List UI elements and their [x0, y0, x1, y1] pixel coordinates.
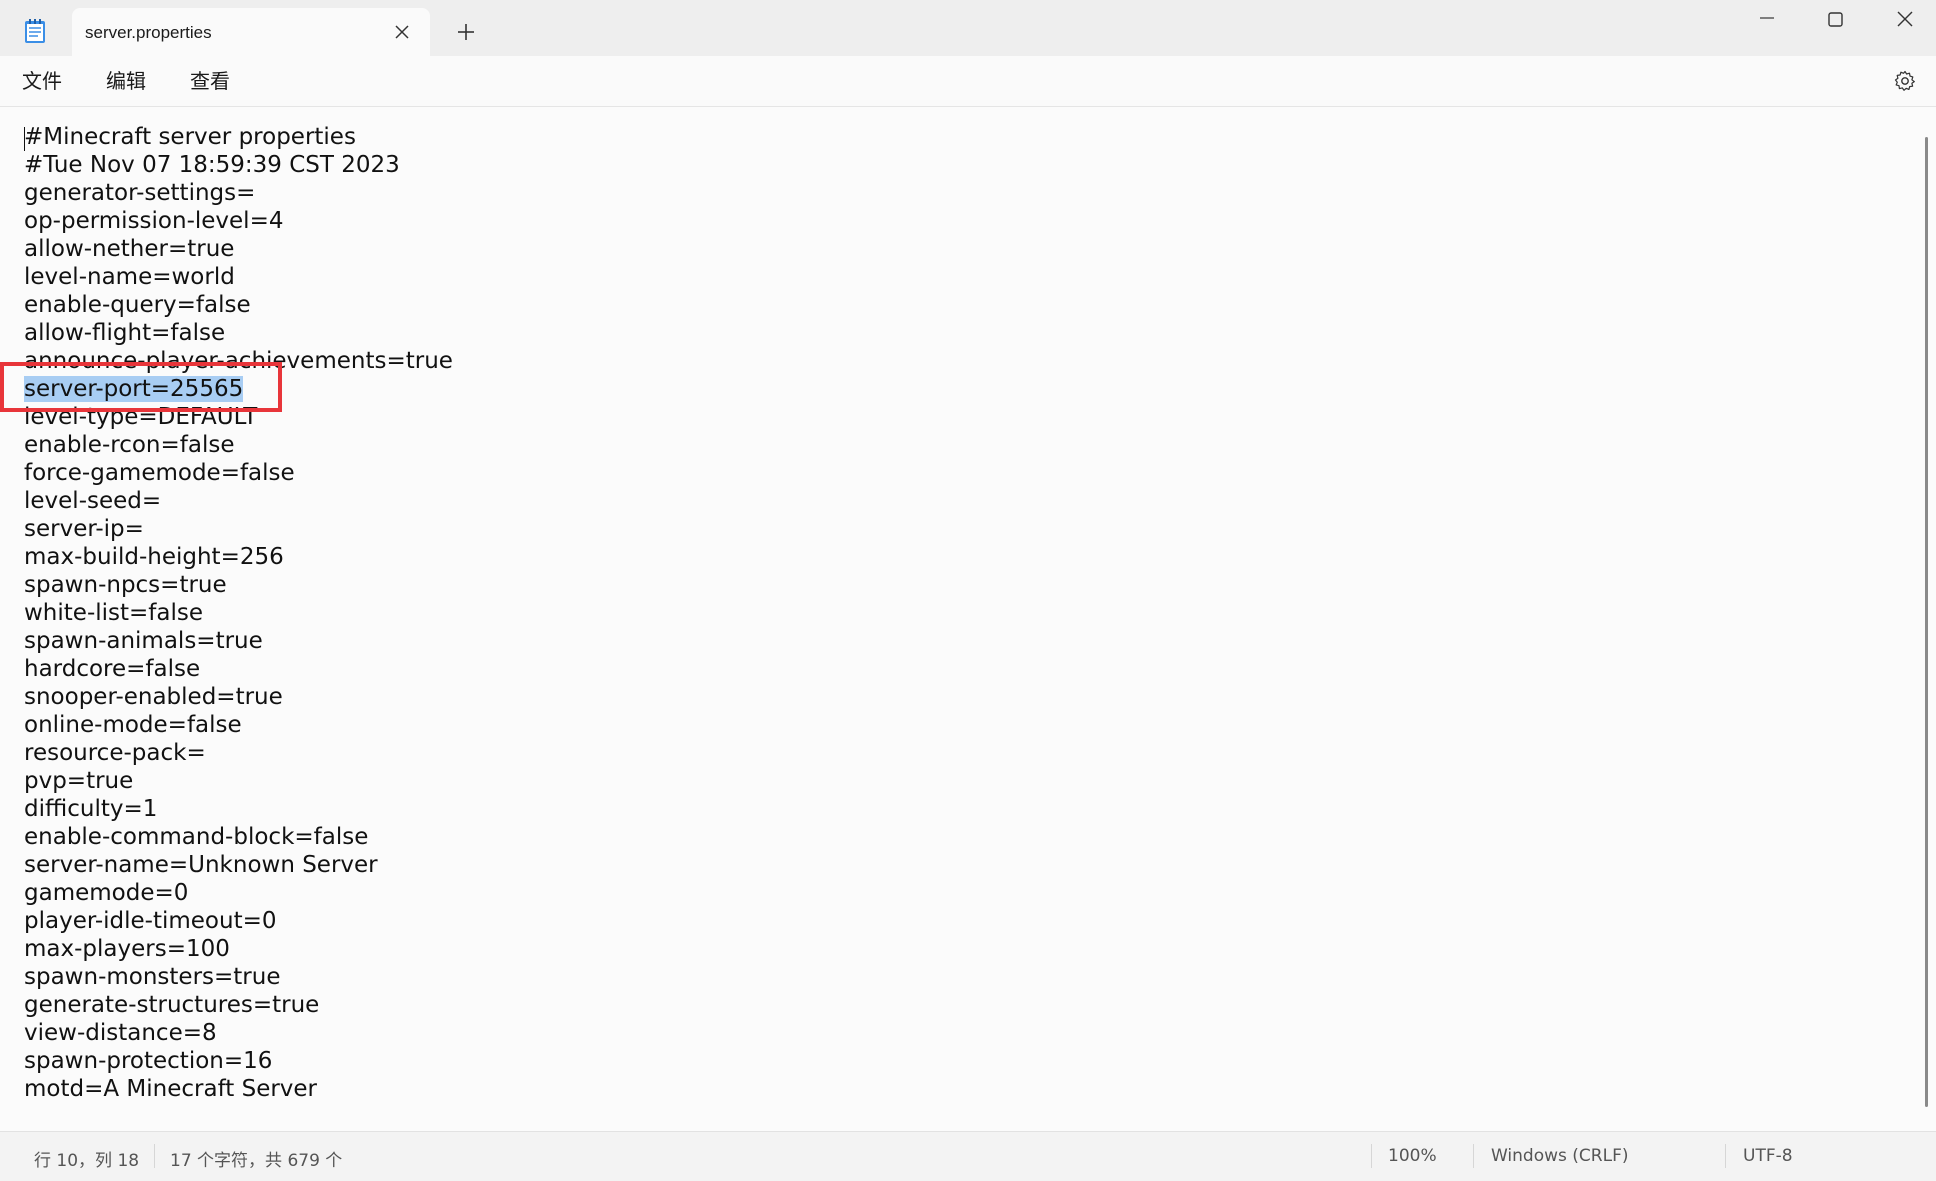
line-text: level-name=world [24, 264, 235, 290]
line-ending[interactable]: Windows (CRLF) [1491, 1146, 1629, 1166]
menu-edit[interactable]: 编辑 [102, 66, 150, 96]
editor-line[interactable]: white-list=false [24, 599, 453, 627]
line-text: difficulty=1 [24, 796, 158, 822]
editor-line[interactable]: level-seed= [24, 487, 453, 515]
maximize-icon[interactable] [1806, 4, 1864, 44]
line-text: allow-nether=true [24, 236, 235, 262]
editor-line[interactable]: enable-rcon=false [24, 431, 453, 459]
status-divider [1473, 1144, 1474, 1168]
editor-line[interactable]: snooper-enabled=true [24, 683, 453, 711]
tab-title: server.properties [85, 23, 212, 42]
menu-view[interactable]: 查看 [186, 66, 234, 96]
editor-line[interactable]: enable-command-block=false [24, 823, 453, 851]
editor-line[interactable]: motd=A Minecraft Server [24, 1075, 453, 1103]
line-text: max-players=100 [24, 936, 230, 962]
notepad-icon [25, 19, 45, 43]
line-text: #Tue Nov 07 18:59:39 CST 2023 [24, 152, 400, 178]
vertical-scrollbar[interactable] [1925, 137, 1928, 1107]
editor-line[interactable]: difficulty=1 [24, 795, 453, 823]
editor-line[interactable]: allow-flight=false [24, 319, 453, 347]
close-icon[interactable] [392, 22, 412, 42]
line-text: #Minecraft server properties [24, 124, 356, 150]
line-text: server-name=Unknown Server [24, 852, 378, 878]
line-text: max-build-height=256 [24, 544, 284, 570]
minimize-icon[interactable] [1738, 4, 1796, 44]
line-text: hardcore=false [24, 656, 201, 682]
line-text: enable-command-block=false [24, 824, 369, 850]
editor-line[interactable]: max-players=100 [24, 935, 453, 963]
editor-line[interactable]: spawn-monsters=true [24, 963, 453, 991]
title-bar: server.properties [0, 0, 1936, 56]
editor-line[interactable]: level-name=world [24, 263, 453, 291]
status-divider [1371, 1144, 1372, 1168]
menu-bar: 文件 编辑 查看 [0, 56, 1936, 107]
editor-line[interactable]: online-mode=false [24, 711, 453, 739]
line-text: spawn-animals=true [24, 628, 263, 654]
line-text: spawn-npcs=true [24, 572, 227, 598]
line-text: force-gamemode=false [24, 460, 295, 486]
line-text: op-permission-level=4 [24, 208, 284, 234]
line-text: spawn-protection=16 [24, 1048, 273, 1074]
text-editor[interactable]: #Minecraft server properties #Tue Nov 07 … [0, 107, 1936, 1131]
editor-line[interactable]: spawn-npcs=true [24, 571, 453, 599]
editor-line[interactable]: generate-structures=true [24, 991, 453, 1019]
editor-line[interactable]: force-gamemode=false [24, 459, 453, 487]
status-bar: 行 10，列 18 17 个字符，共 679 个 100% Windows (C… [0, 1131, 1936, 1181]
line-text: level-seed= [24, 488, 162, 514]
editor-line[interactable]: view-distance=8 [24, 1019, 453, 1047]
editor-line[interactable]: spawn-animals=true [24, 627, 453, 655]
editor-line[interactable]: enable-query=false [24, 291, 453, 319]
cursor-position: 行 10，列 18 [34, 1151, 140, 1171]
encoding[interactable]: UTF-8 [1743, 1146, 1793, 1166]
editor-line[interactable]: op-permission-level=4 [24, 207, 453, 235]
line-text: gamemode=0 [24, 880, 189, 906]
gear-icon[interactable] [1893, 69, 1917, 93]
line-text: server-ip= [24, 516, 144, 542]
line-text: view-distance=8 [24, 1020, 217, 1046]
line-text: pvp=true [24, 768, 134, 794]
editor-line[interactable]: #Tue Nov 07 18:59:39 CST 2023 [24, 151, 453, 179]
editor-line[interactable]: max-build-height=256 [24, 543, 453, 571]
editor-line[interactable]: server-ip= [24, 515, 453, 543]
line-text: spawn-monsters=true [24, 964, 281, 990]
editor-line[interactable]: allow-nether=true [24, 235, 453, 263]
zoom-level[interactable]: 100% [1388, 1146, 1437, 1166]
editor-lines[interactable]: #Minecraft server properties #Tue Nov 07 … [24, 123, 453, 1103]
menu-file[interactable]: 文件 [18, 66, 66, 96]
editor-line[interactable]: pvp=true [24, 767, 453, 795]
line-text: player-idle-timeout=0 [24, 908, 277, 934]
line-text: snooper-enabled=true [24, 684, 283, 710]
editor-line[interactable]: server-name=Unknown Server [24, 851, 453, 879]
tab-server-properties[interactable]: server.properties [72, 8, 430, 56]
editor-line[interactable]: spawn-protection=16 [24, 1047, 453, 1075]
line-text: generator-settings= [24, 180, 256, 206]
line-text: online-mode=false [24, 712, 242, 738]
plus-icon[interactable] [454, 20, 478, 44]
line-text: enable-rcon=false [24, 432, 235, 458]
line-text: enable-query=false [24, 292, 251, 318]
character-count: 17 个字符，共 679 个 [170, 1151, 343, 1171]
editor-line[interactable]: #Minecraft server properties [24, 123, 453, 151]
line-text: resource-pack= [24, 740, 206, 766]
line-text: motd=A Minecraft Server [24, 1076, 318, 1102]
close-icon[interactable] [1876, 4, 1934, 44]
line-text: white-list=false [24, 600, 204, 626]
annotation-highlight-box [0, 362, 282, 412]
status-divider [154, 1144, 155, 1168]
editor-line[interactable]: gamemode=0 [24, 879, 453, 907]
status-divider [1725, 1144, 1726, 1168]
editor-line[interactable]: player-idle-timeout=0 [24, 907, 453, 935]
text-caret [24, 127, 25, 151]
editor-line[interactable]: generator-settings= [24, 179, 453, 207]
editor-line[interactable]: resource-pack= [24, 739, 453, 767]
line-text: allow-flight=false [24, 320, 226, 346]
line-text: generate-structures=true [24, 992, 320, 1018]
editor-line[interactable]: hardcore=false [24, 655, 453, 683]
